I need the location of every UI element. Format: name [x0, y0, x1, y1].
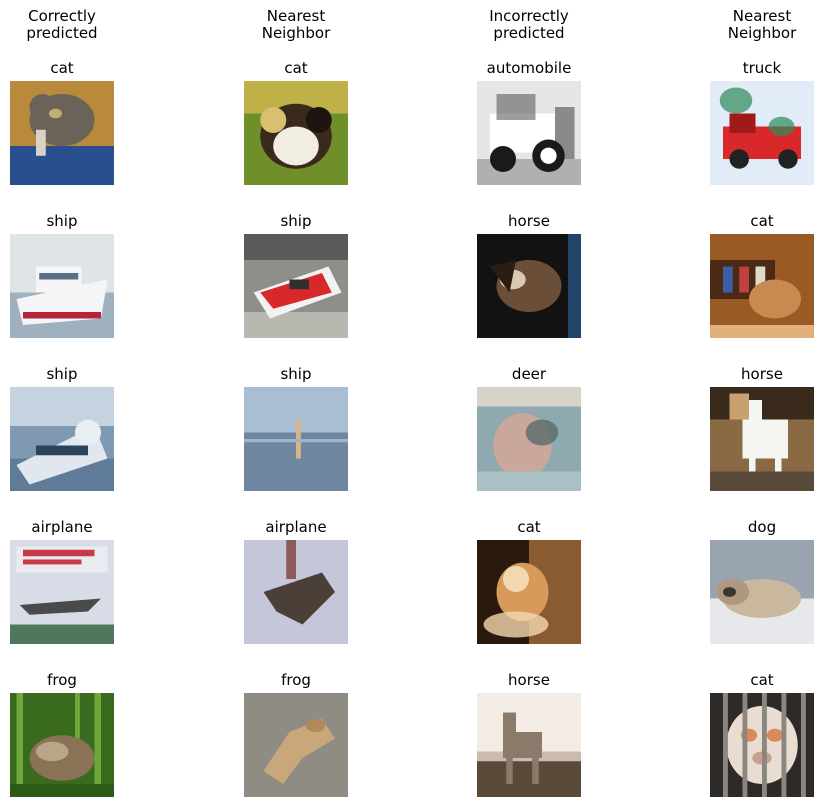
thumbnail: [477, 387, 581, 491]
thumbnail: [710, 693, 814, 797]
thumbnail-image: [477, 540, 581, 644]
cell-label: cat: [517, 518, 541, 536]
thumbnail-image: [710, 540, 814, 644]
column-header-neighbor-2: Nearest Neighbor: [727, 7, 797, 42]
thumbnail: [710, 81, 814, 185]
thumbnail: [10, 234, 114, 338]
thumbnail-image: [710, 387, 814, 491]
thumbnail-image: [10, 693, 114, 797]
thumbnail-image: [710, 234, 814, 338]
thumbnail-image: [477, 693, 581, 797]
thumbnail: [244, 81, 348, 185]
grid-cell: horse: [682, 365, 824, 491]
grid-cell: frog: [216, 671, 376, 797]
grid-cell: automobile: [449, 59, 609, 185]
grid-cell: horse: [449, 671, 609, 797]
grid-cell: cat: [0, 59, 142, 185]
cell-label: cat: [50, 59, 74, 77]
cell-label: cat: [750, 212, 774, 230]
grid-cell: ship: [216, 365, 376, 491]
thumbnail: [710, 540, 814, 644]
cell-label: airplane: [265, 518, 327, 536]
thumbnail-image: [710, 693, 814, 797]
grid-cell: airplane: [216, 518, 376, 644]
thumbnail: [244, 234, 348, 338]
grid-cell: ship: [216, 212, 376, 338]
thumbnail-image: [244, 693, 348, 797]
column-header-incorrect: Incorrectly predicted: [489, 7, 569, 42]
cell-label: horse: [508, 212, 550, 230]
grid-cell: cat: [216, 59, 376, 185]
cell-label: automobile: [486, 59, 572, 77]
thumbnail: [477, 540, 581, 644]
cell-label: horse: [508, 671, 550, 689]
thumbnail-image: [244, 540, 348, 644]
thumbnail: [244, 387, 348, 491]
grid-cell: cat: [682, 671, 824, 797]
thumbnail: [10, 387, 114, 491]
grid-cell: truck: [682, 59, 824, 185]
thumbnail-image: [477, 387, 581, 491]
grid-cell: ship: [0, 212, 142, 338]
thumbnail-image: [10, 234, 114, 338]
thumbnail: [477, 693, 581, 797]
cell-label: ship: [46, 365, 78, 383]
cell-label: ship: [280, 212, 312, 230]
cell-label: dog: [747, 518, 777, 536]
column-header-correct: Correctly predicted: [26, 7, 98, 42]
thumbnail-image: [477, 234, 581, 338]
thumbnail-image: [244, 234, 348, 338]
cell-label: ship: [46, 212, 78, 230]
column-header-neighbor-1: Nearest Neighbor: [261, 7, 331, 42]
thumbnail: [10, 693, 114, 797]
grid-cell: ship: [0, 365, 142, 491]
cell-label: cat: [750, 671, 774, 689]
thumbnail: [244, 540, 348, 644]
cell-label: frog: [281, 671, 311, 689]
thumbnail-image: [10, 540, 114, 644]
thumbnail: [710, 234, 814, 338]
grid-cell: deer: [449, 365, 609, 491]
grid-cell: cat: [449, 518, 609, 644]
thumbnail-image: [477, 81, 581, 185]
thumbnail-image: [10, 387, 114, 491]
thumbnail-image: [10, 81, 114, 185]
cell-label: cat: [284, 59, 308, 77]
cell-label: ship: [280, 365, 312, 383]
cell-label: truck: [742, 59, 782, 77]
cell-label: deer: [511, 365, 547, 383]
grid-cell: airplane: [0, 518, 142, 644]
thumbnail: [10, 81, 114, 185]
grid-cell: dog: [682, 518, 824, 644]
grid-cell: cat: [682, 212, 824, 338]
thumbnail: [710, 387, 814, 491]
thumbnail-image: [710, 81, 814, 185]
grid-cell: frog: [0, 671, 142, 797]
thumbnail-image: [244, 387, 348, 491]
cell-label: horse: [741, 365, 783, 383]
thumbnail: [10, 540, 114, 644]
thumbnail: [477, 234, 581, 338]
thumbnail: [244, 693, 348, 797]
cell-label: frog: [47, 671, 77, 689]
thumbnail-image: [244, 81, 348, 185]
thumbnail: [477, 81, 581, 185]
grid-cell: horse: [449, 212, 609, 338]
cell-label: airplane: [31, 518, 93, 536]
